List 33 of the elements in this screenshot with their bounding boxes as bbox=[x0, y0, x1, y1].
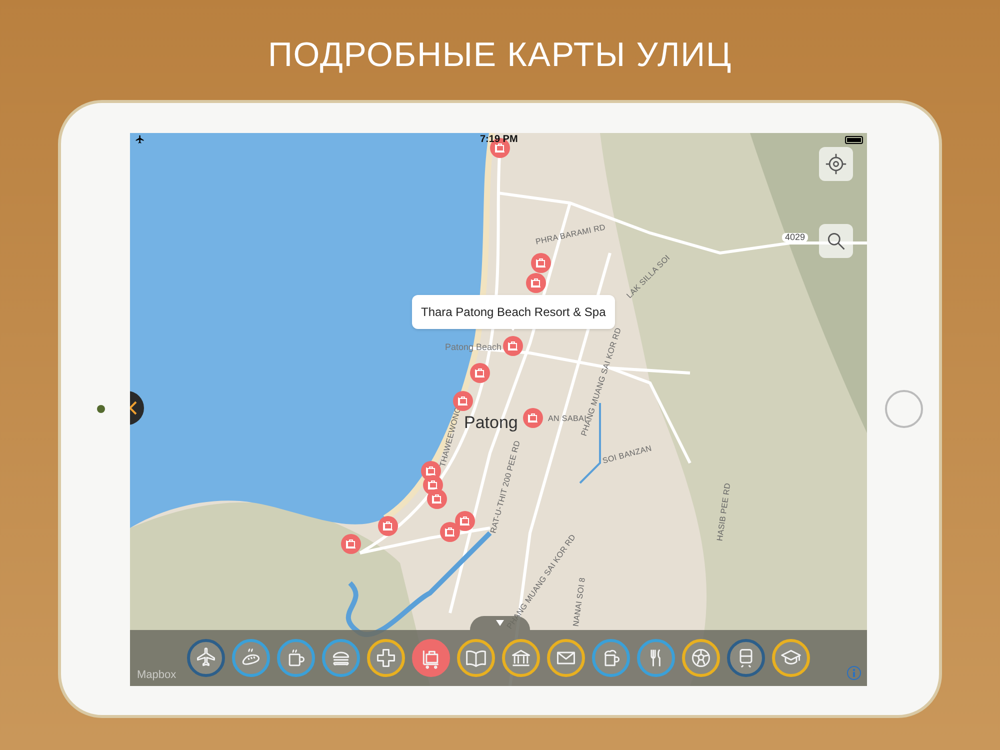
road-label: HASIB PEE RD bbox=[716, 482, 732, 541]
airplane-icon bbox=[195, 646, 217, 668]
category-button[interactable] bbox=[367, 638, 405, 676]
place-callout[interactable]: Thara Patong Beach Resort & Spa bbox=[412, 294, 615, 328]
cross-icon bbox=[375, 646, 397, 668]
category-button[interactable] bbox=[727, 638, 765, 676]
airplane-mode-icon bbox=[135, 134, 145, 144]
battery-icon bbox=[845, 136, 863, 144]
road-label: PHRA BARAMI RD bbox=[534, 223, 606, 246]
road-label: NANAI SOI 8 bbox=[572, 576, 588, 626]
category-button[interactable] bbox=[322, 638, 360, 676]
category-button[interactable] bbox=[412, 638, 450, 676]
ball-icon bbox=[690, 646, 712, 668]
status-time: 7:19 PM bbox=[480, 134, 518, 144]
chevron-left-icon bbox=[130, 400, 138, 414]
category-button[interactable] bbox=[277, 638, 315, 676]
category-button[interactable] bbox=[457, 638, 495, 676]
category-button[interactable] bbox=[682, 638, 720, 676]
place-label: Patong bbox=[464, 414, 518, 430]
page-title: ПОДРОБНЫЕ КАРТЫ УЛИЦ bbox=[268, 35, 732, 76]
category-button[interactable] bbox=[592, 638, 630, 676]
crosshair-icon bbox=[825, 152, 847, 174]
caret-down-icon bbox=[496, 620, 504, 626]
place-label: Patong Beach bbox=[445, 342, 502, 352]
category-button[interactable] bbox=[772, 638, 810, 676]
category-button[interactable] bbox=[637, 638, 675, 676]
category-button[interactable] bbox=[502, 638, 540, 676]
road-label: SOI BANZAN bbox=[602, 444, 653, 465]
locate-button[interactable] bbox=[819, 146, 853, 180]
category-button[interactable] bbox=[232, 638, 270, 676]
search-button[interactable] bbox=[819, 224, 853, 258]
category-button[interactable] bbox=[187, 638, 225, 676]
category-button[interactable] bbox=[547, 638, 585, 676]
